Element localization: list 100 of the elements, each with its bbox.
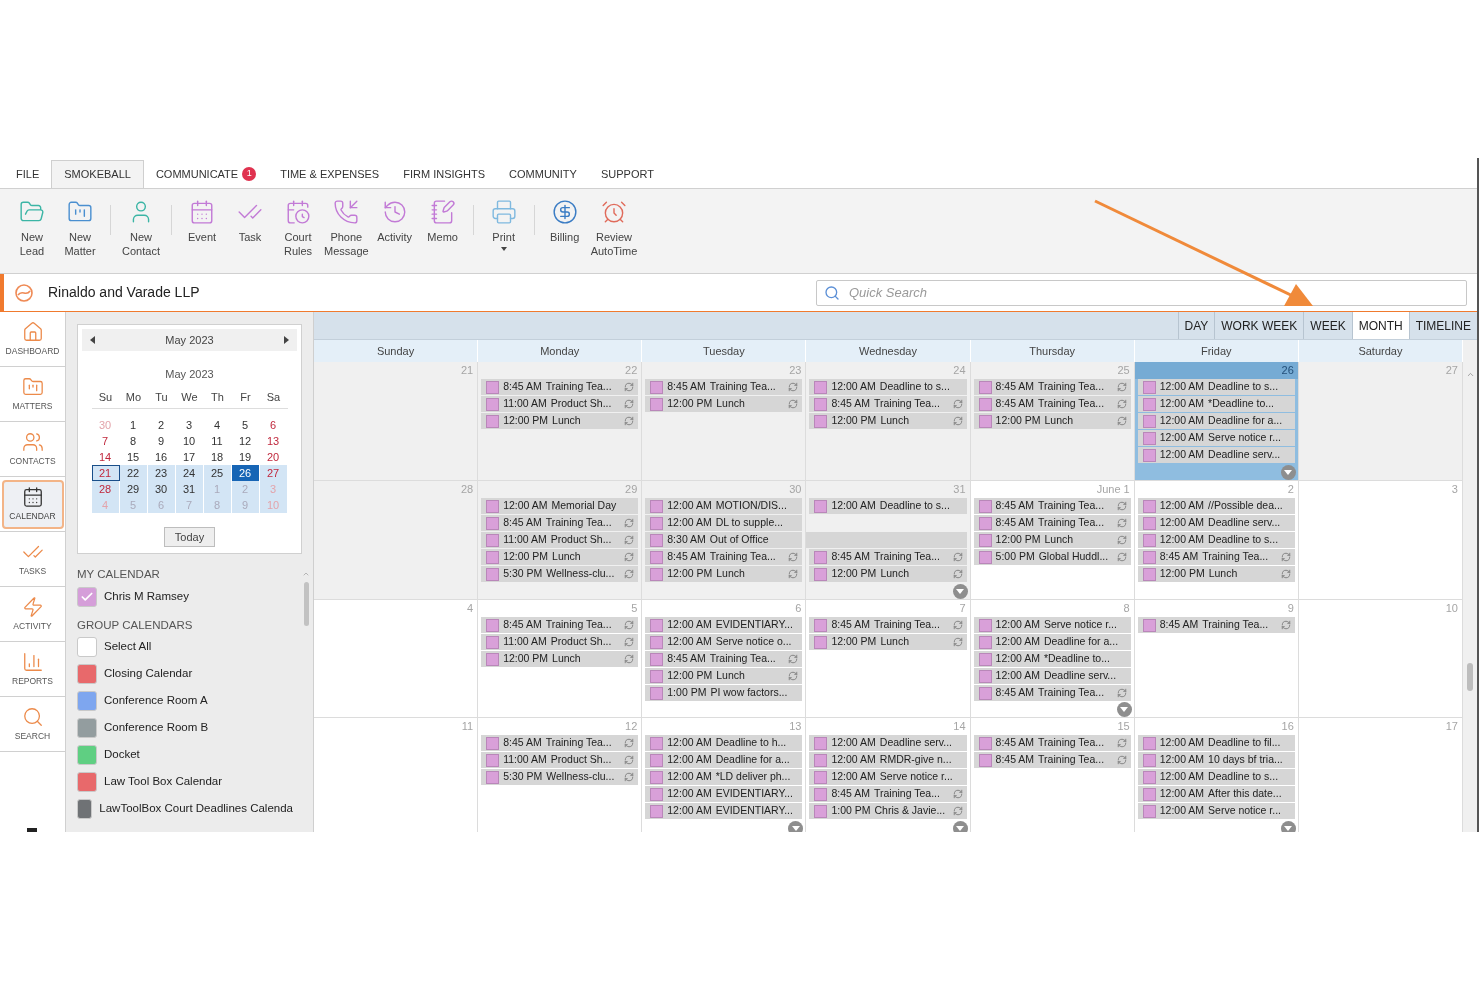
calendar-event[interactable]: 12:00 AM Serve notice r... xyxy=(973,617,1131,633)
nav-item[interactable]: CONTACTS xyxy=(1,424,64,474)
date-cell[interactable]: 4 xyxy=(203,417,232,433)
calendar-event[interactable]: 12:00 AM Deadline for a... xyxy=(1137,413,1295,429)
day-cell[interactable]: 31 12:00 AM Deadline to s... 8:45 AM Training Tea... 12:00 PM Lunch xyxy=(806,481,971,600)
ribbon-button[interactable]: New Lead xyxy=(8,199,56,258)
date-cell[interactable]: 21 xyxy=(91,465,120,481)
date-cell[interactable]: 23 xyxy=(147,465,176,481)
menu-tab[interactable]: FILE xyxy=(4,160,52,188)
calendar-event[interactable]: 8:45 AM Training Tea... xyxy=(645,651,803,667)
nav-item[interactable]: DASHBOARD xyxy=(1,314,64,364)
calendar-event[interactable]: 12:00 AM *Deadline to... xyxy=(973,651,1131,667)
calendar-event[interactable]: 12:00 AM Deadline to s... xyxy=(809,379,967,395)
calendar-checkbox[interactable] xyxy=(77,717,97,738)
calendar-checkbox[interactable] xyxy=(77,663,97,684)
calendar-event[interactable]: 12:00 AM Memorial Day xyxy=(481,498,639,514)
date-cell[interactable]: 31 xyxy=(175,481,204,497)
calendar-event[interactable]: 12:00 PM Lunch xyxy=(809,566,967,582)
today-button[interactable]: Today xyxy=(163,527,216,547)
calendar-event[interactable]: 8:45 AM Training Tea... xyxy=(809,786,967,802)
nav-item[interactable]: TASKS xyxy=(1,534,64,584)
calendar-event[interactable]: 8:45 AM Training Tea... xyxy=(809,396,967,412)
ribbon-button[interactable]: Activity xyxy=(370,199,419,244)
calendar-event[interactable]: 12:00 AM Deadline to fil... xyxy=(1137,735,1295,751)
day-cell[interactable]: 2 12:00 AM //Possible dea... 12:00 AM Deadline serv... 12:00 AM Deadline to s... 8:45 AM Training Tea... 12:00 PM Lunch xyxy=(1134,481,1299,600)
calendar-event[interactable]: 12:00 PM Lunch xyxy=(809,413,967,429)
calendar-event[interactable]: 8:45 AM Training Tea... xyxy=(481,617,639,633)
calendar-event[interactable]: 8:45 AM Training Tea... xyxy=(645,379,803,395)
day-cell[interactable]: 22 8:45 AM Training Tea... 11:00 AM Product Sh... 12:00 PM Lunch xyxy=(478,362,643,481)
day-cell[interactable]: 30 12:00 AM MOTION/DIS... 12:00 AM DL to supple... 8:30 AM Out of Office 8:45 AM Training Tea... 12:00 PM Lunch xyxy=(642,481,807,600)
date-cell[interactable]: 28 xyxy=(91,481,120,497)
calendar-event[interactable]: 11:00 AM Product Sh... xyxy=(481,532,639,548)
calendar-event[interactable]: 8:45 AM Training Tea... xyxy=(973,752,1131,768)
calendar-checkbox[interactable] xyxy=(77,771,97,792)
calendar-event[interactable]: 12:00 AM Deadline serv... xyxy=(1137,447,1295,463)
calendar-event[interactable]: 12:00 AM Deadline to s... xyxy=(809,498,967,514)
calendar-event[interactable]: 12:00 PM Lunch xyxy=(809,634,967,650)
day-cell[interactable]: 29 12:00 AM Memorial Day 8:45 AM Training Tea... 11:00 AM Product Sh... 12:00 PM Lunch 5:30 PM Wellness-clu... xyxy=(478,481,643,600)
calendar-event[interactable]: 8:45 AM Training Tea... xyxy=(809,549,967,565)
calendar-event[interactable]: 8:45 AM Training Tea... xyxy=(481,735,639,751)
more-events-button[interactable] xyxy=(1280,821,1296,832)
calendar-event[interactable]: 12:00 AM Serve notice r... xyxy=(1137,430,1295,446)
menu-tab[interactable]: COMMUNICATE 1 xyxy=(143,160,269,188)
date-cell[interactable]: 3 xyxy=(175,417,204,433)
calendar-event[interactable]: 12:00 AM Deadline for a... xyxy=(973,634,1131,650)
calendar-event[interactable]: 12:00 AM Deadline serv... xyxy=(973,668,1131,684)
calendar-event[interactable]: 5:30 PM Wellness-clu... xyxy=(481,566,639,582)
calendar-event[interactable]: 5:30 PM Wellness-clu... xyxy=(481,769,639,785)
ribbon-button[interactable]: Review AutoTime xyxy=(588,199,640,258)
calendar-event[interactable]: 8:45 AM Training Tea... xyxy=(973,379,1131,395)
calendar-event[interactable]: 12:00 AM Deadline to s... xyxy=(1137,769,1295,785)
day-cell[interactable]: 23 8:45 AM Training Tea... 12:00 PM Lunch xyxy=(642,362,807,481)
calendar-checkbox[interactable] xyxy=(77,586,97,607)
menu-tab[interactable]: SMOKEBALL xyxy=(51,160,144,188)
calendar-event[interactable]: 8:45 AM Training Tea... xyxy=(481,515,639,531)
nav-item[interactable]: ACTIVITY xyxy=(1,589,64,639)
calendar-event[interactable]: 1:00 PM Chris & Javie... xyxy=(809,803,967,819)
calendar-event[interactable]: 12:00 AM Deadline serv... xyxy=(1137,515,1295,531)
date-cell[interactable]: 24 xyxy=(175,465,204,481)
calendar-event[interactable]: 1:00 PM PI wow factors... xyxy=(645,685,803,701)
calendar-event[interactable]: 12:00 PM Lunch xyxy=(481,651,639,667)
calendar-event[interactable]: 8:45 AM Training Tea... xyxy=(973,685,1131,701)
calendar-event[interactable]: 12:00 PM Lunch xyxy=(645,396,803,412)
calendar-event[interactable]: 12:00 AM After this date... xyxy=(1137,786,1295,802)
day-cell[interactable]: 9 8:45 AM Training Tea... xyxy=(1134,600,1299,718)
day-cell[interactable]: 12 8:45 AM Training Tea... 11:00 AM Product Sh... 5:30 PM Wellness-clu... xyxy=(478,718,643,832)
calendar-event[interactable]: 12:00 PM Lunch xyxy=(481,413,639,429)
scroll-up-icon[interactable] xyxy=(1465,370,1475,379)
calendar-event[interactable]: 12:00 PM Lunch xyxy=(645,668,803,684)
calendar-event[interactable]: 12:00 AM Deadline for a... xyxy=(645,752,803,768)
calendar-event[interactable]: 12:00 AM Serve notice r... xyxy=(1137,803,1295,819)
view-tab[interactable]: WORK WEEK xyxy=(1214,312,1304,339)
calendar-event[interactable]: 8:45 AM Training Tea... xyxy=(645,549,803,565)
next-month-icon[interactable] xyxy=(284,336,289,344)
date-cell[interactable]: 13 xyxy=(259,433,288,449)
calendar-event[interactable]: 8:45 AM Training Tea... xyxy=(973,498,1131,514)
calendar-checkbox[interactable] xyxy=(77,744,97,765)
calendar-event[interactable]: 12:00 AM EVIDENTIARY... xyxy=(645,786,803,802)
nav-item[interactable]: CALENDAR xyxy=(1,479,64,529)
calendar-event[interactable]: 12:00 AM Deadline to h... xyxy=(645,735,803,751)
day-cell[interactable]: 8 12:00 AM Serve notice r... 12:00 AM Deadline for a... 12:00 AM *Deadline to... 12:00 AM Deadline serv... 8:45 AM Training Tea... xyxy=(970,600,1135,718)
date-cell[interactable]: 10 xyxy=(175,433,204,449)
ribbon-button[interactable]: New Contact xyxy=(117,199,165,258)
date-cell[interactable]: 26 xyxy=(231,465,260,481)
scrollbar-thumb[interactable] xyxy=(1467,663,1473,691)
calendar-event[interactable]: 8:30 AM Out of Office xyxy=(645,532,803,548)
scrollbar-thumb[interactable] xyxy=(303,582,309,626)
date-cell[interactable]: 29 xyxy=(119,481,148,497)
day-cell[interactable]: 7 8:45 AM Training Tea... 12:00 PM Lunch xyxy=(806,600,971,718)
calendar-event[interactable]: 8:45 AM Training Tea... xyxy=(481,379,639,395)
calendar-event[interactable]: 5:00 PM Global Huddl... xyxy=(973,549,1131,565)
date-cell[interactable]: 1 xyxy=(119,417,148,433)
date-cell[interactable]: 25 xyxy=(203,465,232,481)
day-cell[interactable]: 26 12:00 AM Deadline to s... 12:00 AM *Deadline to... 12:00 AM Deadline for a... 12:00 AM Serve notice r... 12:00 AM Deadline serv... xyxy=(1134,362,1299,481)
day-cell[interactable]: 15 8:45 AM Training Tea... 8:45 AM Training Tea... xyxy=(970,718,1135,832)
calendar-event[interactable]: 12:00 AM DL to supple... xyxy=(645,515,803,531)
calendar-checkbox[interactable] xyxy=(77,798,93,819)
day-cell[interactable]: June 1 8:45 AM Training Tea... 8:45 AM Training Tea... 12:00 PM Lunch 5:00 PM Global Huddl... xyxy=(970,481,1135,600)
menu-tab[interactable]: FIRM INSIGHTS xyxy=(391,160,498,188)
date-cell[interactable]: 7 xyxy=(91,433,120,449)
